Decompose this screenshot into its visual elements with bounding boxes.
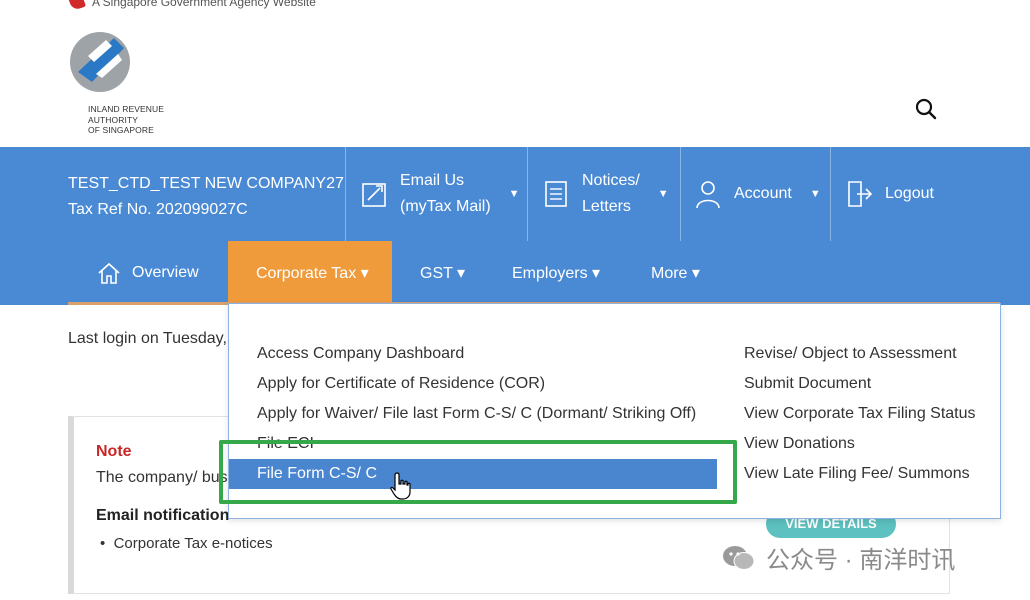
menu-item-revise-object[interactable]: Revise/ Object to Assessment [744, 344, 976, 374]
email-us-button[interactable]: Email Us (myTax Mail) ▼ [360, 147, 520, 241]
email-us-label: Email Us [400, 172, 465, 189]
tax-ref: Tax Ref No. 202099027C [68, 201, 248, 218]
nav-gst-label: GST ▾ [420, 265, 466, 282]
email-icon [362, 183, 386, 207]
divider [345, 147, 346, 241]
email-notification-item-label: Corporate Tax e-notices [113, 535, 273, 552]
nav-overview[interactable]: Overview [84, 241, 228, 305]
menu-item-submit-document[interactable]: Submit Document [744, 374, 976, 404]
company-name: TEST_CTD_TEST NEW COMPANY27 [68, 175, 344, 192]
note-text: The company/ busi [96, 469, 232, 486]
divider [527, 147, 528, 241]
notices-icon [545, 181, 567, 207]
account-button[interactable]: Account ▼ [694, 147, 821, 241]
gov-banner-text: A Singapore Government Agency Website [92, 0, 316, 9]
gov-banner: A Singapore Government Agency Website [68, 0, 316, 11]
iras-logo[interactable]: INLAND REVENUE AUTHORITY OF SINGAPORE [68, 26, 178, 138]
divider [680, 147, 681, 241]
iras-logo-mark-icon [70, 32, 130, 92]
last-login-text: Last login on Tuesday, [68, 330, 227, 347]
chevron-down-icon: ▼ [508, 188, 520, 200]
home-icon [98, 262, 120, 284]
email-notification-item: • Corporate Tax e-notices [100, 535, 273, 552]
watermark: 公众号 · 南洋时讯 [722, 540, 955, 575]
logout-icon [848, 181, 873, 207]
logo-line: OF SINGAPORE [88, 125, 154, 135]
email-us-sublabel: (myTax Mail) [400, 198, 491, 215]
menu-item-view-donations[interactable]: View Donations [744, 434, 976, 464]
account-header-bar: TEST_CTD_TEST NEW COMPANY27 Tax Ref No. … [0, 147, 1030, 241]
notices-label: Notices/ [582, 172, 640, 189]
menu-item-view-filing-status[interactable]: View Corporate Tax Filing Status [744, 404, 976, 434]
nav-overview-label: Overview [132, 264, 199, 281]
search-icon[interactable] [913, 96, 939, 122]
nav-more-label: More ▾ [651, 265, 700, 282]
nav-gst[interactable]: GST ▾ [408, 241, 477, 305]
divider [830, 147, 831, 241]
note-title: Note [96, 443, 132, 460]
menu-item-view-late-filing-fee[interactable]: View Late Filing Fee/ Summons [744, 464, 976, 494]
notices-letters-button[interactable]: Notices/ Letters ▼ [542, 147, 669, 241]
logo-line: AUTHORITY [88, 114, 139, 125]
chevron-down-icon: ▼ [809, 188, 821, 200]
company-info: TEST_CTD_TEST NEW COMPANY27 Tax Ref No. … [68, 171, 344, 223]
nav-employers-label: Employers ▾ [512, 265, 601, 282]
nav-corporate-tax[interactable]: Corporate Tax ▾ [228, 241, 392, 305]
logo-text: INLAND REVENUE AUTHORITY OF SINGAPORE [88, 104, 178, 136]
nav-corporate-tax-label: Corporate Tax ▾ [256, 265, 369, 282]
watermark-text: 公众号 · 南洋时讯 [766, 547, 956, 574]
logout-label: Logout [885, 185, 934, 202]
annotation-highlight-box [219, 440, 737, 504]
chevron-down-icon: ▼ [657, 188, 669, 200]
notices-sublabel: Letters [582, 198, 631, 215]
nav-employers[interactable]: Employers ▾ [500, 241, 612, 305]
logout-button[interactable]: Logout [845, 147, 934, 241]
hand-pointer-icon [390, 472, 411, 500]
lion-head-icon [68, 0, 86, 11]
main-nav: Overview Corporate Tax ▾ GST ▾ Employers… [0, 241, 1030, 305]
account-label: Account [734, 185, 792, 202]
logo-line: INLAND REVENUE [88, 104, 165, 114]
menu-item-apply-cor[interactable]: Apply for Certificate of Residence (COR) [257, 374, 696, 404]
menu-item-apply-waiver[interactable]: Apply for Waiver/ File last Form C-S/ C … [257, 404, 696, 434]
wechat-icon [723, 545, 755, 570]
user-icon [696, 181, 720, 209]
dropdown-right-column: Revise/ Object to Assessment Submit Docu… [744, 344, 976, 494]
nav-more[interactable]: More ▾ [639, 241, 712, 305]
email-notification-title: Email notification [96, 507, 230, 524]
menu-item-access-company-dashboard[interactable]: Access Company Dashboard [257, 344, 696, 374]
